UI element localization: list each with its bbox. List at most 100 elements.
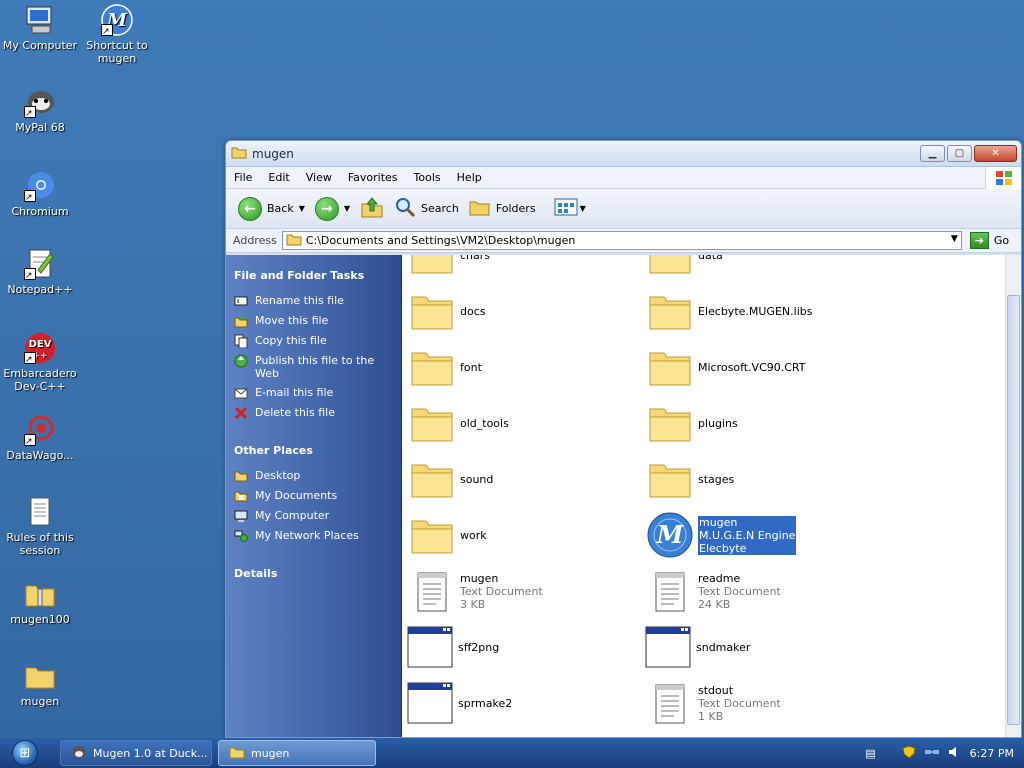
zip-folder-icon (24, 578, 56, 610)
clock[interactable]: 6:27 PM (970, 747, 1014, 760)
close-button[interactable]: ✕ (974, 145, 1017, 162)
chevron-down-icon[interactable]: ▼ (299, 204, 305, 213)
menu-help[interactable]: Help (449, 171, 490, 184)
desktop-icon-datawago[interactable]: DataWago... (0, 414, 80, 462)
file-item-stages[interactable]: stages (646, 455, 734, 503)
file-name: sndmaker (696, 640, 751, 654)
volume-icon[interactable] (948, 745, 962, 762)
keyboard-icon[interactable]: ▤ (865, 747, 875, 760)
desktop-icon-rules[interactable]: Rules of this session (0, 496, 80, 557)
place-my-network[interactable]: My Network Places (234, 529, 401, 543)
details-title[interactable]: Details (234, 567, 401, 580)
file-name: readme (698, 571, 741, 585)
file-item-readme[interactable]: readme Text Document 24 KB (646, 567, 781, 615)
desktop-icon-mypal[interactable]: MyPal 68 (0, 86, 80, 134)
file-item-docs[interactable]: docs (408, 287, 486, 335)
file-name: chars (460, 255, 491, 262)
other-places-title[interactable]: Other Places (234, 444, 401, 457)
task-rename[interactable]: Rename this file (234, 294, 401, 308)
file-item-data[interactable]: data (646, 255, 723, 279)
chevron-down-icon[interactable]: ▼ (580, 204, 586, 213)
scrollbar-thumb[interactable] (1007, 295, 1020, 725)
place-my-computer[interactable]: My Computer (234, 509, 401, 523)
file-name: work (460, 528, 487, 542)
folders-label: Folders (495, 202, 536, 215)
desktop-icon-label: MyPal 68 (15, 121, 65, 134)
address-input[interactable]: C:\Documents and Settings\VM2\Desktop\mu… (281, 231, 962, 250)
raccoon-icon (71, 744, 87, 763)
back-button[interactable]: ← Back ▼ (234, 194, 309, 224)
chevron-down-icon[interactable]: ▼ (951, 234, 958, 244)
file-item-sound[interactable]: sound (408, 455, 493, 503)
desktop-icon-mugen100[interactable]: mugen100 (0, 578, 80, 626)
desktop-icon-chromium[interactable]: Chromium (0, 170, 80, 218)
desktop-icon-mugen-folder[interactable]: mugen (0, 660, 80, 708)
file-item-old-tools[interactable]: old_tools (408, 399, 509, 447)
file-name: data (698, 255, 723, 262)
up-folder-button[interactable] (356, 194, 388, 224)
menu-edit[interactable]: Edit (260, 171, 297, 184)
file-text: stdout Text Document 1 KB (698, 684, 781, 723)
network-tray-icon[interactable] (924, 745, 940, 762)
file-item-sndmaker[interactable]: sndmaker (644, 623, 750, 671)
start-button[interactable]: ⊞ (0, 738, 50, 768)
mugen-logo-icon: M (101, 4, 133, 37)
svg-text:M: M (656, 520, 685, 549)
file-name: mugen (699, 515, 738, 529)
desktop-icon-label: Shortcut to mugen (86, 39, 148, 65)
menu-tools[interactable]: Tools (406, 171, 449, 184)
file-name: mugen (460, 571, 499, 585)
task-email[interactable]: E-mail this file (234, 386, 401, 400)
file-item-elecbyte-libs[interactable]: Elecbyte.MUGEN.libs (646, 287, 812, 335)
windows-orb-icon: ⊞ (12, 740, 38, 766)
desktop-icon-devcpp[interactable]: DEV++ Embarcadero Dev-C++ (0, 332, 80, 393)
task-copy[interactable]: Copy this file (234, 334, 401, 348)
file-item-mugen-exe[interactable]: M mugen M.U.G.E.N Engine Elecbyte (646, 511, 797, 559)
security-shield-icon[interactable] (902, 744, 916, 762)
file-item-chars[interactable]: chars (408, 255, 490, 279)
window-titlebar[interactable]: mugen ▁ ▢ ✕ (226, 141, 1021, 167)
menu-file[interactable]: File (226, 171, 260, 184)
menu-favorites[interactable]: Favorites (340, 171, 406, 184)
taskbar-button-mugen[interactable]: mugen (218, 740, 376, 766)
file-size: 1 KB (698, 709, 724, 723)
menu-view[interactable]: View (298, 171, 340, 184)
desktop-icon-notepadpp[interactable]: Notepad++ (0, 248, 80, 296)
desktop-icon-label: My Computer (2, 39, 78, 52)
desktop-icon-my-computer[interactable]: My Computer (0, 4, 80, 52)
file-item-plugins[interactable]: plugins (646, 399, 738, 447)
go-button[interactable]: ➔ Go (969, 232, 1009, 249)
maximize-button[interactable]: ▢ (947, 145, 972, 162)
views-button[interactable]: ▼ (550, 194, 590, 224)
chevron-down-icon[interactable]: ▼ (344, 204, 350, 213)
vertical-scrollbar[interactable] (1005, 255, 1021, 737)
address-value: C:\Documents and Settings\VM2\Desktop\mu… (305, 234, 576, 247)
application-window-icon (644, 623, 692, 671)
file-item-work[interactable]: work (408, 511, 487, 559)
file-item-vc90crt[interactable]: Microsoft.VC90.CRT (646, 343, 806, 391)
task-move[interactable]: Move this file (234, 314, 401, 328)
file-item-mugen-txt[interactable]: mugen Text Document 3 KB (408, 567, 543, 615)
file-item-font[interactable]: font (408, 343, 482, 391)
file-name: docs (460, 304, 486, 318)
taskbar-button-mypal[interactable]: Mugen 1.0 at Duck... (60, 740, 212, 766)
file-tasks-title[interactable]: File and Folder Tasks (234, 269, 401, 282)
place-my-documents[interactable]: My Documents (234, 489, 401, 503)
task-publish[interactable]: Publish this file to the Web (234, 354, 401, 380)
minimize-button[interactable]: ▁ (920, 145, 945, 162)
menu-bar: File Edit View Favorites Tools Help (226, 167, 1021, 189)
desktop-icon-shortcut-mugen[interactable]: M Shortcut to mugen (77, 4, 157, 65)
place-desktop[interactable]: Desktop (234, 469, 401, 483)
close-icon: ✕ (991, 148, 1000, 159)
file-item-sprmake2[interactable]: sprmake2 (406, 679, 512, 727)
folders-button[interactable]: Folders (465, 194, 540, 224)
search-button[interactable]: Search (390, 194, 463, 224)
file-item-stdout[interactable]: stdout Text Document 1 KB (646, 679, 781, 727)
application-window-icon (406, 679, 454, 727)
file-item-sff2png[interactable]: sff2png (406, 623, 499, 671)
windows-logo-icon (985, 167, 1021, 189)
task-delete[interactable]: Delete this file (234, 406, 401, 420)
folder-icon (408, 255, 456, 279)
datawago-icon (24, 414, 56, 447)
forward-button[interactable]: → ▼ (311, 194, 354, 224)
